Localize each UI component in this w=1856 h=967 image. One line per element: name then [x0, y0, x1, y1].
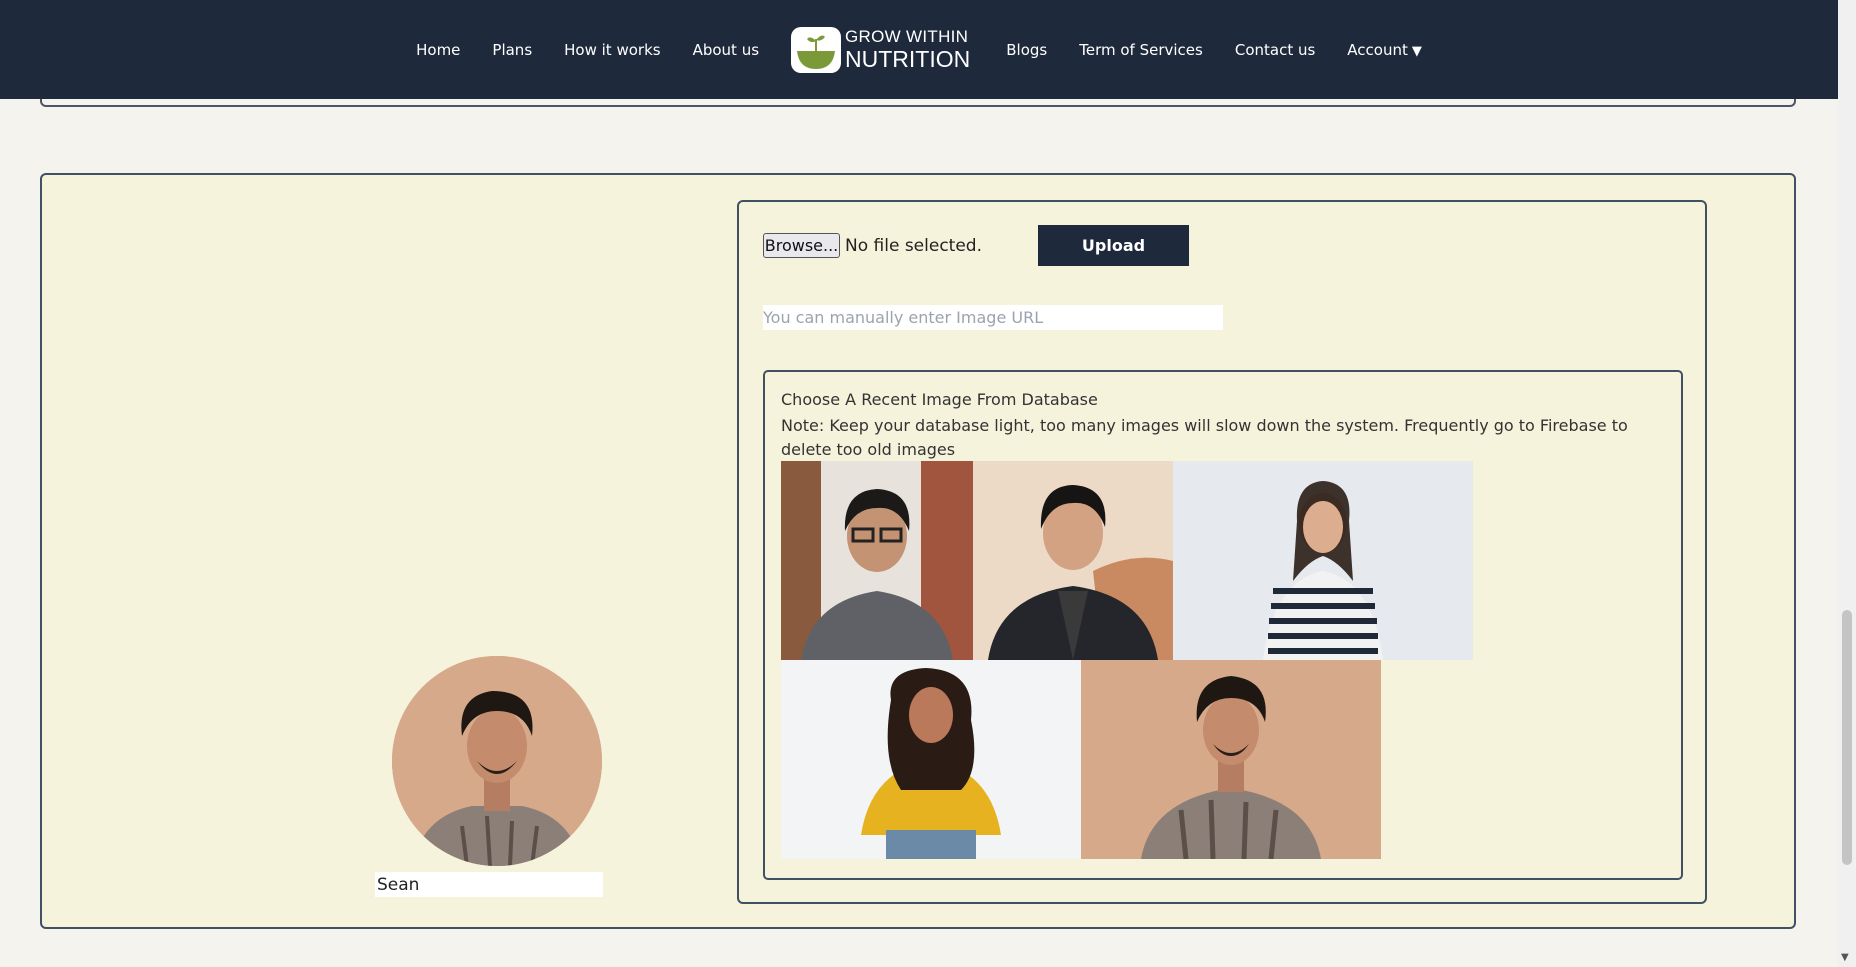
account-label: Account — [1347, 40, 1408, 59]
nav-blogs-link[interactable]: Blogs — [1006, 41, 1047, 59]
nav-about-link[interactable]: About us — [693, 41, 759, 59]
brand-name: GROW WITHIN NUTRITION — [845, 27, 970, 73]
browse-button[interactable]: Browse... — [763, 233, 840, 258]
file-status-text: No file selected. — [845, 236, 982, 256]
nav-how-it-works-link[interactable]: How it works — [564, 41, 660, 59]
scrollbar-thumb[interactable] — [1842, 610, 1852, 865]
database-image-4[interactable] — [781, 660, 1081, 859]
database-title: Choose A Recent Image From Database — [781, 390, 1098, 409]
nav-left-group: Home Plans How it works About us — [400, 41, 775, 59]
nav-contact-link[interactable]: Contact us — [1235, 41, 1315, 59]
brand-name-line1: GROW WITHIN — [845, 26, 969, 46]
database-image-3[interactable] — [1173, 461, 1473, 660]
brand-name-line2: NUTRITION — [845, 46, 971, 73]
database-image-picker: Choose A Recent Image From Database Note… — [763, 370, 1683, 880]
nav-right-group: Blogs Term of Services Contact us Accoun… — [990, 41, 1438, 59]
image-url-input[interactable] — [763, 305, 1223, 330]
sprout-bowl-icon — [791, 26, 842, 73]
nav-account-menu[interactable]: Account ▼ — [1347, 41, 1422, 59]
database-note: Note: Keep your database light, too many… — [781, 416, 1628, 459]
scroll-down-arrow-icon[interactable]: ▼ — [1841, 952, 1849, 963]
database-image-5[interactable] — [1081, 660, 1381, 859]
brand-logo[interactable]: GROW WITHIN NUTRITION — [791, 26, 970, 73]
profile-image-card: Browse... No file selected. Upload Choos… — [40, 173, 1796, 929]
nav-home-link[interactable]: Home — [416, 41, 460, 59]
name-field[interactable] — [375, 872, 603, 897]
avatar — [392, 656, 602, 866]
image-picker-panel: Browse... No file selected. Upload Choos… — [737, 200, 1707, 904]
nav-terms-link[interactable]: Term of Services — [1079, 41, 1203, 59]
page-scrollbar[interactable]: ▼ — [1838, 0, 1856, 967]
database-image-2[interactable] — [973, 461, 1173, 660]
nav-plans-link[interactable]: Plans — [492, 41, 532, 59]
database-image-1[interactable] — [781, 461, 973, 660]
top-navbar: Home Plans How it works About us GROW WI… — [0, 0, 1838, 99]
caret-down-icon: ▼ — [1411, 43, 1422, 59]
upload-button[interactable]: Upload — [1038, 225, 1189, 266]
